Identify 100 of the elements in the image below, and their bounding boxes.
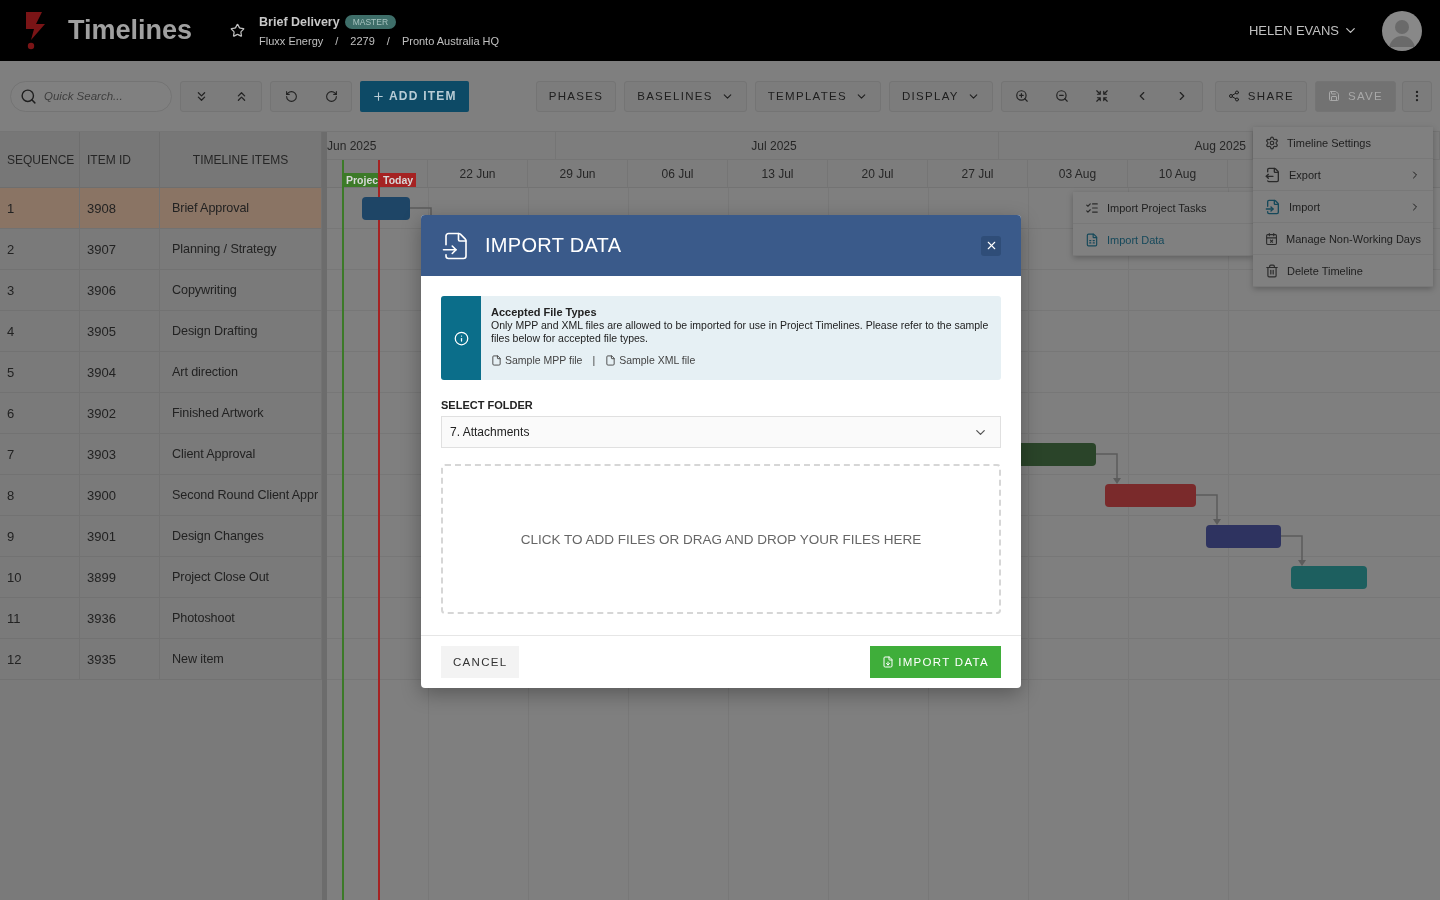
breadcrumb-separator: /	[386, 34, 390, 47]
plus-icon	[372, 89, 385, 103]
table-cell: 3	[0, 270, 80, 310]
dropdown-button[interactable]: BASELINES	[624, 80, 747, 112]
app-title: Timelines	[68, 15, 193, 46]
dropdown-button[interactable]: DISPLAY	[889, 80, 993, 112]
week-header: 13 Jul	[728, 160, 828, 187]
star-icon[interactable]	[230, 23, 246, 38]
search-icon	[20, 87, 37, 105]
month-header: Jun 2025	[327, 132, 556, 159]
table-cell: 3902	[80, 393, 160, 433]
table-cell: 3904	[80, 352, 160, 392]
table-row[interactable]: 8 3900 Second Round Client Appr	[0, 475, 322, 516]
month-header: Jul 2025	[556, 132, 999, 159]
spreadsheet-icon	[1085, 232, 1099, 247]
table-cell: 3900	[80, 475, 160, 515]
table-cell: 6	[0, 393, 80, 433]
marker-flag: Today	[380, 173, 417, 187]
cancel-button[interactable]: CANCEL	[441, 646, 520, 678]
table-cell: 2	[0, 229, 80, 269]
menu-item[interactable]: Export	[1253, 159, 1433, 191]
toolbar-button[interactable]: PHASES	[535, 80, 617, 112]
info-title: Accepted File Types	[491, 306, 598, 318]
user-menu[interactable]: HELEN EVANS	[1248, 23, 1358, 38]
redo-icon	[324, 89, 338, 103]
file-download-icon	[882, 656, 895, 668]
share-button[interactable]: SHARE	[1214, 80, 1307, 112]
week-header: 20 Jul	[828, 160, 928, 187]
week-header: 10 Aug	[1128, 160, 1228, 187]
table-row[interactable]: 5 3904 Art direction	[0, 352, 322, 393]
table-cell: 3935	[80, 639, 160, 679]
table-row[interactable]: 10 3899 Project Close Out	[0, 557, 322, 598]
zoom-in-icon	[1014, 89, 1029, 103]
zoom-out-icon	[1054, 89, 1069, 103]
table-cell: 12	[0, 639, 80, 679]
search-field[interactable]: Quick Search...	[10, 80, 172, 112]
table-cell: 3906	[80, 270, 160, 310]
table-cell: 5	[0, 352, 80, 392]
breadcrumb-item[interactable]: 2279	[350, 34, 375, 47]
master-badge: MASTER	[344, 14, 397, 29]
dialog-title: IMPORT DATA	[485, 234, 623, 257]
info-icon	[453, 330, 469, 346]
table-row[interactable]: 6 3902 Finished Artwork	[0, 393, 322, 434]
week-header: 06 Jul	[628, 160, 728, 187]
table-cell: 11	[0, 598, 80, 638]
connector-arrow	[1195, 494, 1221, 525]
table-row[interactable]: 12 3935 New item	[0, 639, 322, 680]
week-header: 03 Aug	[1028, 160, 1128, 187]
table-cell: 3901	[80, 516, 160, 556]
link-separator: |	[592, 354, 596, 366]
menu-item[interactable]: Delete Timeline	[1253, 255, 1433, 287]
checklist-icon	[1085, 200, 1099, 215]
table-cell: 3907	[80, 229, 160, 269]
week-header: 22 Jun	[428, 160, 528, 187]
table-row[interactable]: 3 3906 Copywriting	[0, 270, 322, 311]
connector-arrow	[1280, 535, 1306, 566]
undo-icon	[284, 89, 298, 103]
project-title: Brief Delivery	[259, 14, 340, 29]
table-cell: 3899	[80, 557, 160, 597]
shrink-icon	[1094, 89, 1109, 103]
file-icon	[491, 354, 502, 366]
column-header: ITEM ID	[80, 132, 160, 187]
table-cell: 3903	[80, 434, 160, 474]
week-header: 27 Jul	[928, 160, 1028, 187]
table-row[interactable]: 2 3907 Planning / Strategy	[0, 229, 322, 270]
close-button[interactable]	[981, 235, 1001, 256]
file-icon	[605, 354, 617, 366]
table-row[interactable]: 9 3901 Design Changes	[0, 516, 322, 557]
add-item-button[interactable]: ADD ITEM	[360, 80, 469, 112]
file-dropzone[interactable]: CLICK TO ADD FILES OR DRAG AND DROP YOUR FILES HERE	[441, 464, 1001, 614]
menu-item[interactable]: Import	[1253, 191, 1433, 223]
table-cell: 4	[0, 311, 80, 351]
table-row[interactable]: 4 3905 Design Drafting	[0, 311, 322, 352]
table-cell: 9	[0, 516, 80, 556]
dropdown-button[interactable]: TEMPLATES	[754, 80, 881, 112]
table-cell: 3905	[80, 311, 160, 351]
info-text: Only MPP and XML files are allowed to be imported for use in Project Timelines. Please refer to the sample files below for accepted file types.	[491, 319, 990, 345]
menu-item[interactable]: Manage Non-Working Days	[1253, 223, 1433, 255]
sample-file-link[interactable]: Sample XML file	[605, 354, 696, 366]
field-label: SELECT FOLDER	[441, 399, 534, 411]
avatar-icon[interactable]	[1382, 10, 1422, 51]
table-row[interactable]: 1 3908 Brief Approval	[0, 188, 322, 229]
table-cell: 3936	[80, 598, 160, 638]
week-header: 29 Jun	[528, 160, 628, 187]
table-cell: 10	[0, 557, 80, 597]
table-cell: 7	[0, 434, 80, 474]
table-cell: 3908	[80, 188, 160, 228]
connector-arrow	[1095, 453, 1121, 484]
save-icon	[1327, 90, 1340, 102]
table-row[interactable]: 11 3936 Photoshoot	[0, 598, 322, 639]
breadcrumb-item[interactable]: Pronto Australia HQ	[401, 34, 500, 47]
folder-select[interactable]: 7. Attachments	[441, 416, 1001, 448]
breadcrumb-item[interactable]: Fluxx Energy	[259, 34, 324, 47]
import-data-button[interactable]: IMPORT DATA	[870, 646, 1001, 678]
table-row[interactable]: 7 3903 Client Approval	[0, 434, 322, 475]
table-cell: 1	[0, 188, 80, 228]
column-header: SEQUENCE	[0, 132, 80, 187]
sample-file-link[interactable]: Sample MPP file	[491, 354, 583, 366]
table-cell: 8	[0, 475, 80, 515]
menu-item[interactable]: Timeline Settings	[1253, 127, 1433, 159]
